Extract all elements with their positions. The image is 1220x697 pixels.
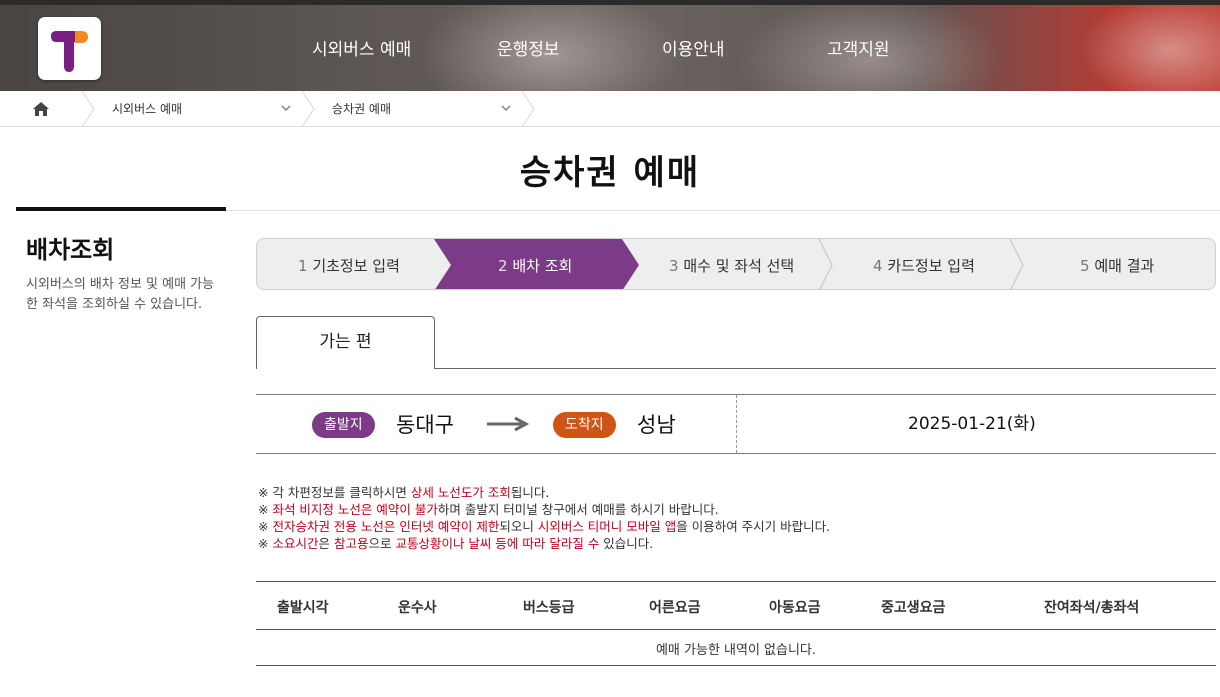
notice-text: 하며 출발지 터미널 창구에서 예매를 하시기 바랍니다. [437, 502, 719, 517]
table-header: 출발시각 운수사 버스등급 어른요금 아동요금 중고생요금 잔여좌석/총좌석 [256, 581, 1216, 630]
notice-mark: ※ [258, 485, 273, 500]
step-2-active: 2 배차 조회 [498, 255, 572, 276]
step-label: 배차 조회 [512, 257, 573, 275]
table-body: 예매 가능한 내역이 없습니다. [256, 630, 1216, 666]
arrow-right-icon [487, 417, 530, 431]
notice-text: 됩니다. [510, 485, 550, 500]
title-divider [226, 210, 1220, 211]
nav-operation-info[interactable]: 운행정보 [497, 35, 560, 60]
notice-list: ※ 각 차편정보를 클릭하시면 상세 노선도가 조회됩니다. ※ 좌석 비지정 노… [258, 484, 830, 552]
tab-outbound[interactable]: 가는 편 [256, 316, 435, 369]
nav-usage-guide[interactable]: 이용안내 [662, 35, 725, 60]
notice-mark: ※ [258, 536, 273, 551]
sidebar-description: 시외버스의 배차 정보 및 예매 가능한 좌석을 조회하실 수 있습니다. [26, 277, 215, 312]
notice-highlight: 상세 노선도가 조회 [410, 485, 511, 500]
tab-underline [435, 368, 1216, 369]
step-1: 1 기초정보 입력 [298, 255, 400, 276]
chevron-down-icon[interactable] [501, 103, 511, 113]
step-number: 1 [298, 257, 308, 275]
column-seats-remaining: 잔여좌석/총좌석 [1044, 600, 1140, 616]
nav-intercity-bus-booking[interactable]: 시외버스 예매 [312, 35, 411, 60]
breadcrumb-separator [301, 91, 315, 127]
departure-city: 동대구 [396, 413, 454, 437]
column-departure-time: 출발시각 [277, 600, 329, 616]
step-4: 4 카드정보 입력 [873, 255, 975, 276]
notice-line: ※ 좌석 비지정 노선은 예약이 불가하며 출발지 터미널 창구에서 예매를 하… [258, 501, 830, 518]
breadcrumb-item-intercity-bus[interactable]: 시외버스 예매 [112, 100, 182, 117]
sidebar-rule [16, 207, 226, 211]
departure-date: 2025-01-21(화) [908, 414, 1036, 434]
departure-badge: 출발지 [312, 412, 375, 438]
empty-message: 예매 가능한 내역이 없습니다. [655, 643, 817, 658]
notice-mark: ※ [258, 502, 273, 517]
nav-customer-support[interactable]: 고객지원 [827, 35, 890, 60]
sidebar-title: 배차조회 [26, 236, 115, 264]
step-number: 3 [669, 257, 679, 275]
step-label: 기초정보 입력 [312, 257, 400, 275]
notice-text: 되오니 [499, 519, 538, 534]
route-divider [736, 395, 737, 453]
notice-text: 있습니다. [599, 536, 654, 551]
notice-text: 으로 [368, 536, 396, 551]
column-bus-class: 버스등급 [523, 600, 575, 616]
booking-steps: 1 기초정보 입력 2 배차 조회 3 매수 및 좌석 선택 4 카드정보 입력… [256, 238, 1216, 290]
notice-text: 각 차편정보를 클릭하시면 [272, 485, 411, 500]
column-child-fare: 아동요금 [769, 600, 821, 616]
column-bus-company: 운수사 [398, 600, 437, 616]
notice-line: ※ 각 차편정보를 클릭하시면 상세 노선도가 조회됩니다. [258, 484, 830, 501]
column-adult-fare: 어른요금 [649, 600, 701, 616]
step-5: 5 예매 결과 [1080, 255, 1154, 276]
breadcrumb-item-ticket-booking[interactable]: 승차권 예매 [332, 100, 391, 117]
step-number: 5 [1080, 257, 1090, 275]
step-number: 2 [498, 257, 508, 275]
step-number: 4 [873, 257, 883, 275]
breadcrumb-separator [81, 91, 95, 127]
notice-text: 은 [318, 536, 334, 551]
column-student-fare: 중고생요금 [881, 600, 946, 616]
notice-text: 을 이용하여 주시기 바랍니다. [676, 519, 831, 534]
route-summary: 출발지 동대구 도착지 성남 2025-01-21(화) [256, 394, 1216, 454]
arrival-badge: 도착지 [553, 412, 616, 438]
main-nav: 시외버스 예매 운행정보 이용안내 고객지원 [0, 35, 1220, 65]
step-label: 카드정보 입력 [887, 257, 975, 275]
page-title: 승차권 예매 [519, 153, 701, 193]
breadcrumb-separator [521, 91, 535, 127]
notice-mark: ※ [258, 519, 273, 534]
chevron-down-icon[interactable] [281, 103, 291, 113]
notice-highlight: 교통상황이나 날씨 등에 따라 달라질 수 [395, 536, 600, 551]
notice-line: ※ 소요시간은 참고용으로 교통상황이나 날씨 등에 따라 달라질 수 있습니다… [258, 535, 830, 552]
notice-highlight: 참고용 [333, 536, 369, 551]
step-label: 예매 결과 [1094, 257, 1155, 275]
step-3: 3 매수 및 좌석 선택 [669, 255, 794, 276]
site-header: 시외버스 예매 운행정보 이용안내 고객지원 [0, 0, 1220, 91]
step-label: 매수 및 좌석 선택 [683, 257, 795, 275]
notice-highlight: 시외버스 티머니 모바일 앱 [537, 519, 677, 534]
schedule-table: 출발시각 운수사 버스등급 어른요금 아동요금 중고생요금 잔여좌석/총좌석 예… [256, 581, 1216, 666]
notice-line: ※ 전자승차권 전용 노선은 인터넷 예약이 제한되오니 시외버스 티머니 모바… [258, 518, 830, 535]
notice-highlight: 좌석 비지정 노선은 예약이 불가 [272, 502, 438, 517]
notice-highlight: 소요시간 [272, 536, 319, 551]
arrival-city: 성남 [637, 413, 676, 437]
breadcrumb: 시외버스 예매 승차권 예매 [0, 91, 1220, 127]
notice-highlight: 전자승차권 전용 노선은 인터넷 예약이 제한 [272, 519, 500, 534]
home-icon[interactable] [32, 101, 50, 117]
